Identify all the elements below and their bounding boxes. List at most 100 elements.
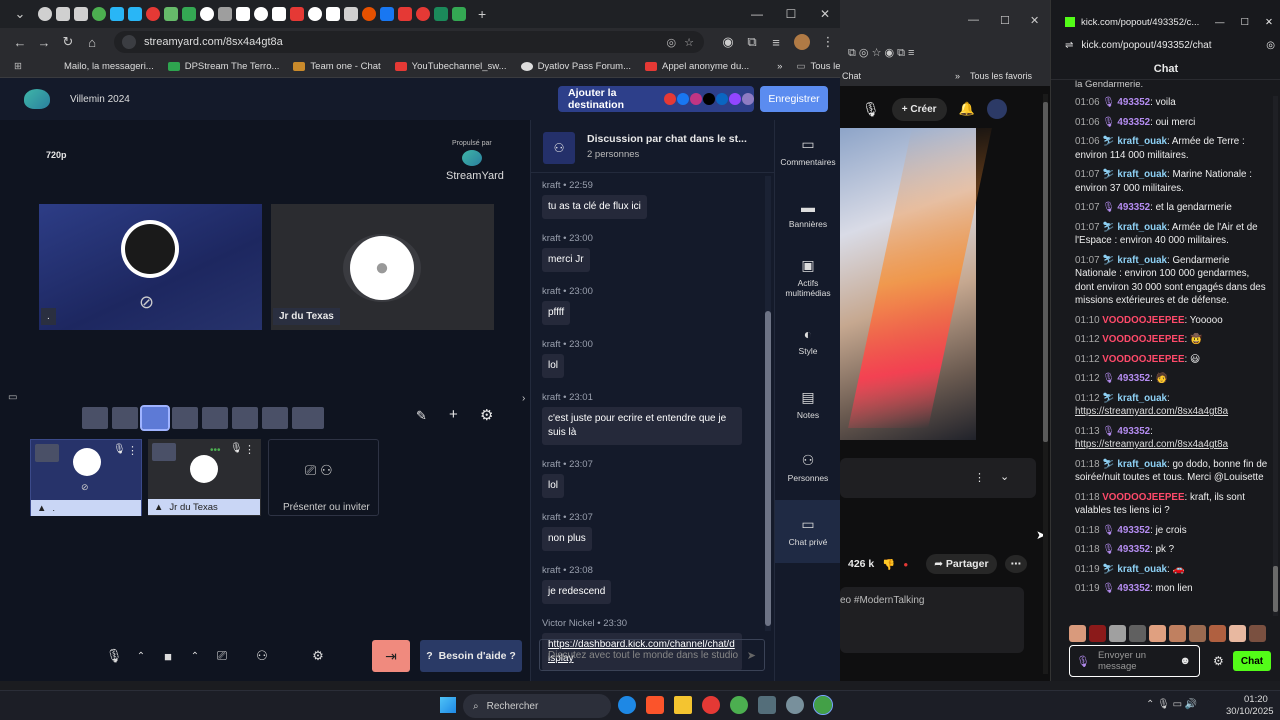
backstage-camera[interactable]: 🎙 ⋮ ⊘ ▲. — [30, 439, 142, 516]
mic-button[interactable]: 🎙 — [100, 642, 128, 670]
scrollbar[interactable] — [1273, 96, 1278, 616]
url-field[interactable]: streamyard.com/8sx4a4gt8a ◎ ☆ — [114, 31, 704, 53]
collapse-chat-icon[interactable]: › — [522, 393, 525, 404]
rail-banners[interactable]: ▬ Bannières — [775, 182, 841, 246]
participant-tile[interactable]: ● Jr du Texas — [271, 204, 494, 330]
bell-icon[interactable]: 🔔 — [959, 101, 975, 117]
clock-time[interactable]: 01:20 — [1244, 694, 1268, 705]
message-author[interactable]: kraft_ouak — [1117, 222, 1167, 233]
message-author[interactable]: 493352 — [1117, 525, 1150, 536]
tab-favicon[interactable] — [146, 7, 160, 21]
layout-fullscreen[interactable] — [292, 407, 324, 429]
scrollbar-thumb[interactable] — [1273, 566, 1278, 612]
close-icon[interactable]: ✕ — [1265, 17, 1273, 28]
video-thumbnail[interactable] — [840, 128, 992, 440]
message-author[interactable]: kraft_ouak — [1117, 459, 1167, 470]
message-author[interactable]: VOODOOJEEPEE — [1102, 334, 1184, 345]
scrollbar-thumb[interactable] — [765, 311, 771, 626]
app-icon[interactable] — [758, 696, 776, 714]
rail-style[interactable]: ◐ Style — [775, 309, 841, 373]
tab-list-icon[interactable]: ⌄ — [8, 6, 32, 22]
message-author[interactable]: VOODOOJEEPEE — [1102, 315, 1184, 326]
apps-icon[interactable]: ⊞ — [14, 61, 22, 72]
message-text[interactable]: https://streamyard.com/8sx4a4gt8a — [1075, 406, 1228, 417]
star-icon[interactable]: ☆ — [684, 36, 694, 49]
site-info-icon[interactable] — [122, 35, 136, 49]
record-button[interactable]: Enregistrer — [760, 86, 828, 112]
bookmark-label[interactable]: Tous les favoris — [970, 71, 1032, 81]
tab-favicon[interactable] — [182, 7, 196, 21]
tab-favicon[interactable] — [254, 7, 268, 21]
more-icon[interactable]: ⋯ — [1004, 555, 1028, 573]
message-author[interactable]: 493352 — [1117, 373, 1150, 384]
leave-studio-button[interactable]: ⇥ — [372, 640, 410, 672]
tab-favicon[interactable] — [290, 7, 304, 21]
rail-media-assets[interactable]: ▣ Actifs multimédias — [775, 246, 841, 310]
backstage-camera[interactable]: ••• 🎙 ⋮ ▲ Jr du Texas — [148, 439, 261, 516]
message-input[interactable]: 🎙 Envoyer un message ☻ — [1069, 645, 1200, 677]
maximize-icon[interactable]: ☐ — [776, 7, 806, 21]
add-destination-button[interactable]: Ajouter la destination — [558, 86, 754, 112]
emote-icon[interactable] — [1229, 625, 1246, 642]
edit-icon[interactable]: ✎ — [416, 408, 427, 424]
clock-date[interactable]: 30/10/2025 — [1226, 706, 1274, 717]
eye-slash-icon[interactable]: ◎ — [1266, 40, 1275, 51]
message-author[interactable]: VOODOOJEEPEE — [1102, 354, 1184, 365]
maximize-icon[interactable]: ☐ — [1241, 17, 1250, 28]
emote-icon[interactable] — [1109, 625, 1126, 642]
site-info-icon[interactable]: ⇌ — [1065, 40, 1073, 51]
profile-avatar[interactable] — [794, 34, 810, 50]
tab-favicon[interactable] — [380, 7, 394, 21]
chat-scrollbar[interactable] — [765, 176, 771, 631]
message-text[interactable]: https://streamyard.com/8sx4a4gt8a — [1075, 439, 1228, 450]
emote-icon[interactable] — [1089, 625, 1106, 642]
extension-icon[interactable]: ◉ — [716, 34, 740, 50]
panel-toggle-icon[interactable]: ▭ — [8, 392, 17, 403]
puzzle-icon[interactable]: ⧉ — [740, 34, 764, 50]
tab-favicon[interactable] — [164, 7, 178, 21]
forward-icon[interactable]: → — [32, 35, 56, 50]
reload-icon[interactable]: ↻ — [56, 34, 80, 50]
invite-guest-button[interactable]: ⚇ — [248, 642, 276, 670]
dislike-icon[interactable]: 👎 — [882, 558, 895, 571]
more-bookmarks-icon[interactable]: » — [777, 61, 782, 72]
mic-icon[interactable]: 🎙 — [113, 444, 126, 455]
avatar[interactable] — [986, 99, 1007, 119]
emoji-icon[interactable]: ☻ — [1179, 655, 1191, 667]
tab-favicon[interactable] — [200, 7, 214, 21]
opera-icon[interactable] — [702, 696, 720, 714]
app-icon[interactable] — [786, 696, 804, 714]
tab-favicon[interactable] — [362, 7, 376, 21]
emote-icon[interactable] — [1169, 625, 1186, 642]
bookmark-item[interactable]: Team one - Chat — [293, 61, 381, 72]
back-icon[interactable]: ← — [8, 35, 32, 50]
message-author[interactable]: kraft_ouak — [1117, 393, 1167, 404]
media-icon[interactable]: ≡ — [764, 35, 788, 50]
bookmark-item[interactable]: Dyatlov Pass Forum... — [520, 61, 631, 72]
home-icon[interactable]: ⌂ — [80, 35, 104, 50]
more-icon[interactable]: ⋮ — [127, 444, 138, 457]
tab-favicon[interactable] — [92, 7, 106, 21]
layout-thin[interactable] — [232, 407, 258, 429]
start-icon[interactable] — [440, 697, 456, 713]
folder-icon[interactable] — [674, 696, 692, 714]
bookmark-item[interactable]: YouTubechannel_sw... — [394, 61, 507, 72]
tab-favicon[interactable] — [218, 7, 232, 21]
share-screen-button[interactable]: ⎚ — [208, 642, 236, 670]
taskbar-search[interactable]: ⌕ Rechercher — [463, 694, 611, 718]
eye-slash-icon[interactable]: ◎ — [667, 36, 677, 49]
create-button[interactable]: + Créer — [891, 97, 947, 121]
emote-icon[interactable] — [1189, 625, 1206, 642]
scrollbar[interactable] — [1043, 94, 1048, 674]
rail-private-chat[interactable]: ▭ Chat privé — [775, 499, 841, 563]
like-count[interactable]: 426 k — [848, 558, 874, 570]
layout-side-by-side[interactable] — [112, 407, 138, 429]
bookmark-item[interactable]: Mailo, la messageri... — [64, 61, 154, 72]
edge-icon[interactable] — [618, 696, 636, 714]
settings-button[interactable]: ⚙ — [304, 642, 332, 670]
chevron-up-icon[interactable]: ⌃ — [186, 642, 204, 670]
new-tab-button[interactable]: + — [478, 6, 486, 22]
extension-icon[interactable]: ⧉ ◎ ☆ ◉ ⧉ ≡ — [848, 46, 914, 60]
chrome-icon[interactable] — [813, 695, 833, 715]
chevron-down-icon[interactable]: ⌄ — [1000, 470, 1009, 483]
